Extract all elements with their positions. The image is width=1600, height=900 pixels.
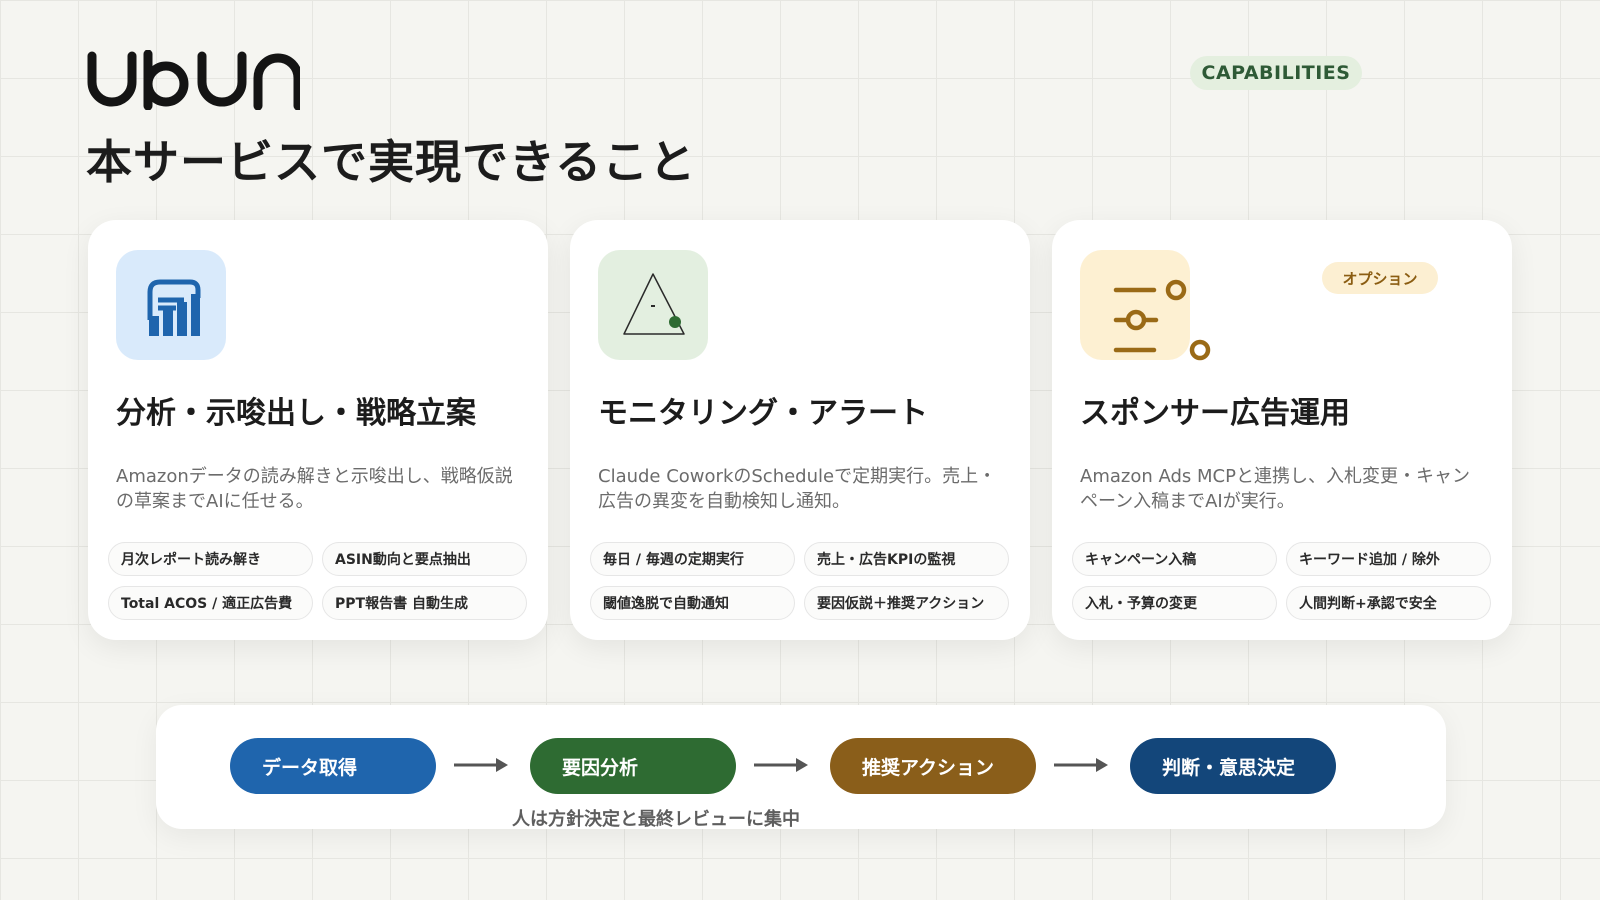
feature-chips: キャンペーン入稿 キーワード追加 / 除外 入札・予算の変更 人間判断+承認で安… [1072, 542, 1492, 620]
arrow-right-icon [454, 758, 508, 772]
feature-chip: 売上・広告KPIの監視 [804, 542, 1009, 576]
feature-chip: ASIN動向と要点抽出 [322, 542, 527, 576]
card-title: スポンサー広告運用 [1080, 396, 1350, 431]
workflow-panel: データ取得 要因分析 推奨アクション 判断・意思決定 人は方針決定と最終レビュー… [156, 705, 1446, 830]
flow-step-recommended-action: 推奨アクション [830, 738, 1036, 794]
feature-chip: 要因仮説＋推奨アクション [804, 586, 1009, 620]
flow-step-cause-analysis: 要因分析 [530, 738, 736, 794]
card-title: モニタリング・アラート [598, 396, 928, 431]
card-title: 分析・示唆出し・戦略立案 [116, 396, 476, 431]
feature-chip: 入札・予算の変更 [1072, 586, 1277, 620]
flow-step-data-fetch: データ取得 [230, 738, 436, 794]
option-badge: オプション [1322, 262, 1438, 294]
alert-triangle-icon [598, 250, 708, 360]
flow-note: 人は方針決定と最終レビューに集中 [512, 809, 800, 830]
feature-chip: キーワード追加 / 除外 [1286, 542, 1491, 576]
ubun-logo [87, 50, 300, 110]
capability-card-analysis: 分析・示唆出し・戦略立案 Amazonデータの読み解きと示唆出し、戦略仮説の草案… [88, 220, 548, 640]
card-description: Amazonデータの読み解きと示唆出し、戦略仮説の草案までAIに任せる。 [116, 466, 513, 512]
arrow-right-icon [754, 758, 808, 772]
feature-chip: Total ACOS / 適正広告費 [108, 586, 313, 620]
capability-card-monitoring: モニタリング・アラート Claude CoworkのScheduleで定期実行。… [570, 220, 1030, 640]
analytics-chart-icon [116, 250, 226, 360]
arrow-right-icon [1054, 758, 1108, 772]
feature-chip: 人間判断+承認で安全 [1286, 586, 1491, 620]
feature-chips: 月次レポート読み解き ASIN動向と要点抽出 Total ACOS / 適正広告… [108, 542, 528, 620]
feature-chip: 毎日 / 毎週の定期実行 [590, 542, 795, 576]
capability-card-sponsored-ads: オプション スポンサー広告運用 Amazon Ads MCPと連携し、入札変更・… [1052, 220, 1512, 640]
capabilities-badge: CAPABILITIES [1190, 56, 1362, 90]
feature-chip: 閾値逸脱で自動通知 [590, 586, 795, 620]
feature-chip: 月次レポート読み解き [108, 542, 313, 576]
card-description: Amazon Ads MCPと連携し、入札変更・キャンペーン入稿までAIが実行。 [1080, 466, 1470, 512]
card-description: Claude CoworkのScheduleで定期実行。売上・広告の異変を自動検… [598, 466, 997, 512]
flow-step-decision: 判断・意思決定 [1130, 738, 1336, 794]
feature-chip: キャンペーン入稿 [1072, 542, 1277, 576]
sliders-icon [1113, 279, 1211, 361]
page-title: 本サービスで実現できること [86, 135, 697, 189]
feature-chip: PPT報告書 自動生成 [322, 586, 527, 620]
feature-chips: 毎日 / 毎週の定期実行 売上・広告KPIの監視 閾値逸脱で自動通知 要因仮説＋… [590, 542, 1010, 620]
